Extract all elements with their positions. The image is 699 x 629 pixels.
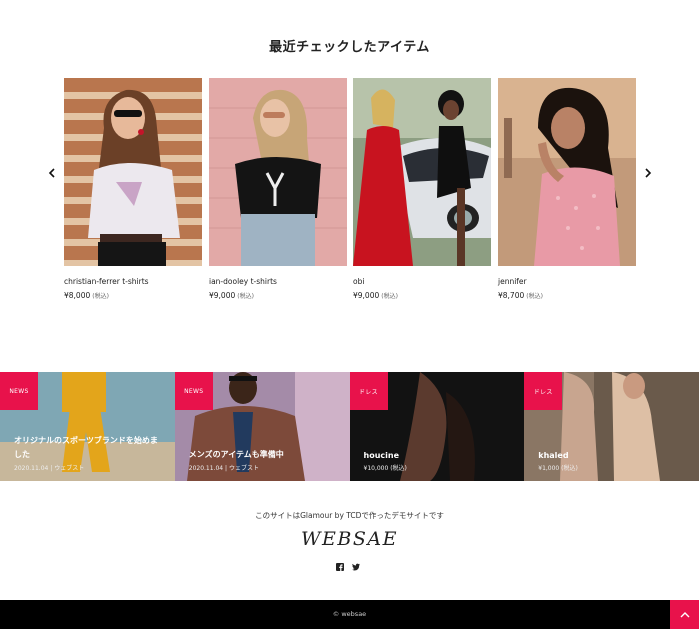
product-price: ¥8,000 (税込) — [64, 291, 109, 300]
carousel-next-button[interactable] — [640, 164, 656, 182]
banner-card[interactable]: ドレス khaled ¥1,000 (税込) — [524, 372, 699, 481]
social-links — [336, 563, 360, 571]
product-name[interactable]: obi — [353, 277, 491, 286]
banner-title[interactable]: オリジナルのスポーツブランドを始めま した — [14, 434, 158, 462]
site-credit: このサイトはGlamour by TCDで作ったデモサイトです — [255, 511, 444, 520]
banner-row: NEWS オリジナルのスポーツブランドを始めま した 2020.11.04 | ウ… — [0, 372, 699, 481]
recent-items-title: 最近チェックしたアイテム — [269, 40, 430, 55]
banner-card[interactable]: NEWS メンズのアイテムも準備中 2020.11.04 | ウェブスト — [174, 372, 350, 481]
banner-title[interactable]: メンズのアイテムも準備中 — [189, 448, 284, 462]
product-price: ¥8,700 (税込) — [498, 291, 543, 300]
category-tag[interactable]: ドレス — [524, 372, 563, 410]
banner-meta: ¥10,000 (税込) — [363, 465, 407, 472]
twitter-icon[interactable] — [352, 563, 360, 571]
category-tag[interactable]: NEWS — [174, 372, 213, 410]
chevron-up-icon — [680, 612, 689, 618]
banner-title[interactable]: khaled — [538, 449, 568, 463]
site-logo[interactable]: WEBSAE — [0, 528, 699, 550]
banner-card[interactable]: ドレス houcine ¥10,000 (税込) — [349, 372, 525, 481]
product-image[interactable] — [64, 78, 202, 266]
banner-card[interactable]: NEWS オリジナルのスポーツブランドを始めま した 2020.11.04 | ウ… — [0, 372, 175, 481]
banner-meta: ¥1,000 (税込) — [538, 465, 578, 472]
product-image[interactable] — [498, 78, 636, 266]
product-name[interactable]: christian-ferrer t-shirts — [64, 277, 202, 286]
product-image[interactable] — [209, 78, 347, 266]
banner-title[interactable]: houcine — [364, 449, 400, 463]
facebook-icon[interactable] — [336, 563, 344, 571]
back-to-top-button[interactable] — [670, 600, 699, 629]
copyright: © websae — [332, 610, 367, 618]
banner-meta: 2020.11.04 | ウェブスト — [14, 465, 85, 472]
chevron-right-icon — [645, 168, 652, 178]
chevron-left-icon — [48, 168, 55, 178]
product-card[interactable]: christian-ferrer t-shirts ¥8,000 (税込) — [64, 78, 202, 300]
category-tag[interactable]: ドレス — [349, 372, 388, 410]
product-price: ¥9,000 (税込) — [209, 291, 254, 300]
product-card[interactable]: ian-dooley t-shirts ¥9,000 (税込) — [209, 78, 347, 300]
product-name[interactable]: jennifer — [498, 277, 636, 286]
product-card[interactable]: jennifer ¥8,700 (税込) — [498, 78, 636, 300]
product-card[interactable]: obi ¥9,000 (税込) — [353, 78, 491, 300]
carousel-prev-button[interactable] — [44, 164, 60, 182]
product-name[interactable]: ian-dooley t-shirts — [209, 277, 347, 286]
product-image[interactable] — [353, 78, 491, 266]
footer-bar: © websae — [0, 600, 699, 629]
banner-meta: 2020.11.04 | ウェブスト — [188, 465, 259, 472]
product-price: ¥9,000 (税込) — [353, 291, 398, 300]
category-tag[interactable]: NEWS — [0, 372, 38, 410]
